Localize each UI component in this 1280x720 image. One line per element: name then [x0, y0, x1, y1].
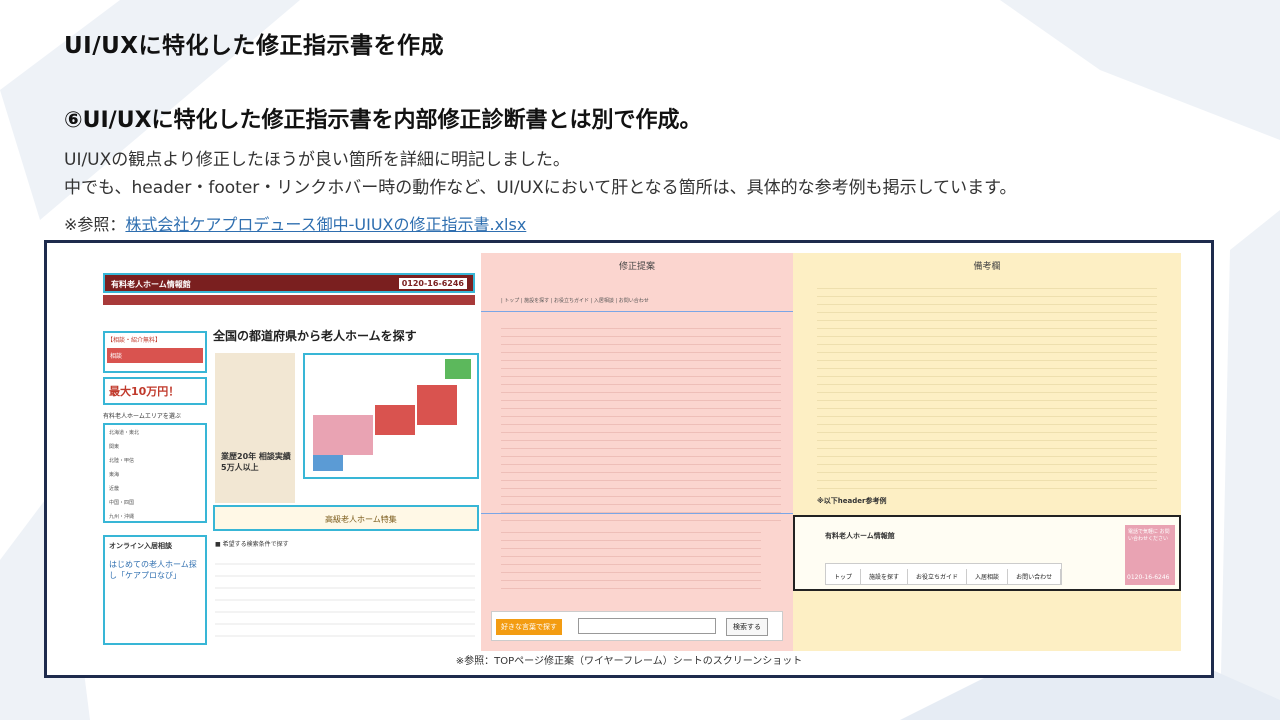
column-proposal: 修正提案 | トップ | 施設を探す | お役立ちガイド | 入居相談 | お問… — [481, 253, 793, 651]
sample-logo: 有料老人ホーム情報館 — [825, 532, 895, 540]
area-item[interactable]: 北海道・東北 — [109, 429, 139, 437]
search-label: 好きな言葉で探す — [496, 619, 562, 635]
area-item[interactable]: 中国・四国 — [109, 499, 134, 507]
slide-subtitle: ⑥UI/UXに特化した修正指示書を内部修正診断書とは別で作成。 — [64, 108, 702, 133]
site-prefecture-map — [303, 353, 479, 479]
site-badge-2: 最大10万円！ — [109, 385, 180, 398]
area-item[interactable]: 関東 — [109, 443, 119, 451]
area-item[interactable]: 東海 — [109, 471, 119, 479]
sample-nav-item[interactable]: 施設を探す — [861, 569, 909, 584]
site-logo: 有料老人ホーム情報館 — [111, 280, 191, 289]
search-input[interactable] — [578, 618, 716, 634]
sample-nav-item[interactable]: 入居相談 — [967, 569, 1009, 584]
site-area-title: 有料老人ホームエリアを選ぶ — [103, 413, 181, 420]
slide-title: UI/UXに特化した修正指示書を作成 — [64, 33, 445, 59]
site-wireframe: 有料老人ホーム情報館 0120-16-6246 全国の都道府県から老人ホームを探… — [97, 253, 482, 651]
sample-nav-item[interactable]: トップ — [826, 569, 862, 584]
site-nav-bar — [103, 295, 475, 305]
spreadsheet-screenshot: 有料老人ホーム情報館 0120-16-6246 全国の都道府県から老人ホームを探… — [97, 253, 1181, 651]
proposal-text-block-2 — [501, 525, 761, 595]
notes-header-example: ※以下header参考例 — [817, 497, 887, 505]
sample-nav: トップ 施設を探す お役立ちガイド 入居相談 お問い合わせ — [825, 563, 1063, 585]
reference-prefix: ※参照： — [64, 215, 126, 234]
proposal-header: 修正提案 — [618, 262, 655, 272]
notes-text-block — [817, 281, 1157, 491]
site-hero-title: 全国の都道府県から老人ホームを探す — [213, 329, 417, 343]
site-carepro[interactable]: はじめての老人ホーム探し「ケアプロなび」 — [105, 555, 205, 585]
area-item[interactable]: 九州・沖縄 — [109, 513, 134, 521]
keyword-search-sample: 好きな言葉で探す 検索する — [491, 611, 783, 641]
sample-nav-item[interactable]: お問い合わせ — [1008, 569, 1062, 584]
reference-line: ※参照：株式会社ケアプロデュース御中-UIUXの修正指示書.xlsx — [64, 211, 526, 235]
site-reception: オンライン入居相談 — [109, 542, 172, 550]
search-button[interactable]: 検索する — [726, 618, 768, 636]
site-phone: 0120-16-6246 — [398, 278, 467, 289]
site-hero-image: 業歴20年 相談実績5万人以上 — [215, 353, 295, 503]
column-notes: 備考欄 ※以下header参考例 有料老人ホーム情報館 トップ 施設を探す お役立ち… — [793, 253, 1181, 651]
reference-file-link[interactable]: 株式会社ケアプロデュース御中-UIUXの修正指示書.xlsx — [125, 215, 526, 234]
area-item[interactable]: 近畿 — [109, 485, 119, 493]
notes-header: 備考欄 — [973, 262, 1001, 272]
proposal-text-block — [501, 321, 781, 521]
site-side-box: オンライン入居相談 はじめての老人ホーム探し「ケアプロなび」 — [103, 535, 207, 645]
sample-phone: 0120-16-6246 — [1127, 574, 1170, 581]
sample-cta: 電話で気軽に お問い合わせください — [1128, 529, 1170, 542]
site-experience: 業歴20年 相談実績5万人以上 — [221, 452, 291, 472]
site-feature: 高級老人ホーム特集 — [325, 515, 397, 524]
slide-body: UI/UXの観点より修正したほうが良い箇所を詳細に明記しました。 中でも、hea… — [64, 146, 1016, 202]
site-search-form — [215, 553, 475, 645]
sample-nav-item[interactable]: お役立ちガイド — [908, 569, 968, 584]
sample-phone-box: 電話で気軽に お問い合わせください 0120-16-6246 — [1125, 525, 1175, 585]
proposal-nav-sample: | トップ | 施設を探す | お役立ちガイド | 入居相談 | お問い合わせ — [501, 298, 649, 304]
japan-map-icon — [313, 359, 471, 471]
site-search-title: ■ 希望する検索条件で探す — [215, 541, 289, 548]
header-example-box: 有料老人ホーム情報館 トップ 施設を探す お役立ちガイド 入居相談 お問い合わせ 電話で… — [793, 515, 1181, 591]
body-line-1: UI/UXの観点より修正したほうが良い箇所を詳細に明記しました。 — [64, 150, 570, 170]
body-line-2: 中でも、header・footer・リンクホバー時の動作など、UI/UXにおいて… — [64, 178, 1017, 198]
site-header: 有料老人ホーム情報館 0120-16-6246 — [103, 273, 475, 293]
area-item[interactable]: 北陸・甲信 — [109, 457, 134, 465]
site-feature-banner: 高級老人ホーム特集 — [213, 505, 479, 531]
site-campaign-box: 最大10万円！ — [103, 377, 207, 405]
screenshot-caption: ※参照：TOPページ修正案（ワイヤーフレーム）シートのスクリーンショット — [455, 656, 803, 667]
screenshot-frame: 有料老人ホーム情報館 0120-16-6246 全国の都道府県から老人ホームを探… — [44, 240, 1214, 678]
site-area-list: 北海道・東北 関東 北陸・甲信 東海 近畿 中国・四国 九州・沖縄 — [103, 423, 207, 523]
site-badge-1: 【相談・紹介無料】 — [107, 337, 162, 344]
site-badge-box: 【相談・紹介無料】 相談 — [103, 331, 207, 373]
